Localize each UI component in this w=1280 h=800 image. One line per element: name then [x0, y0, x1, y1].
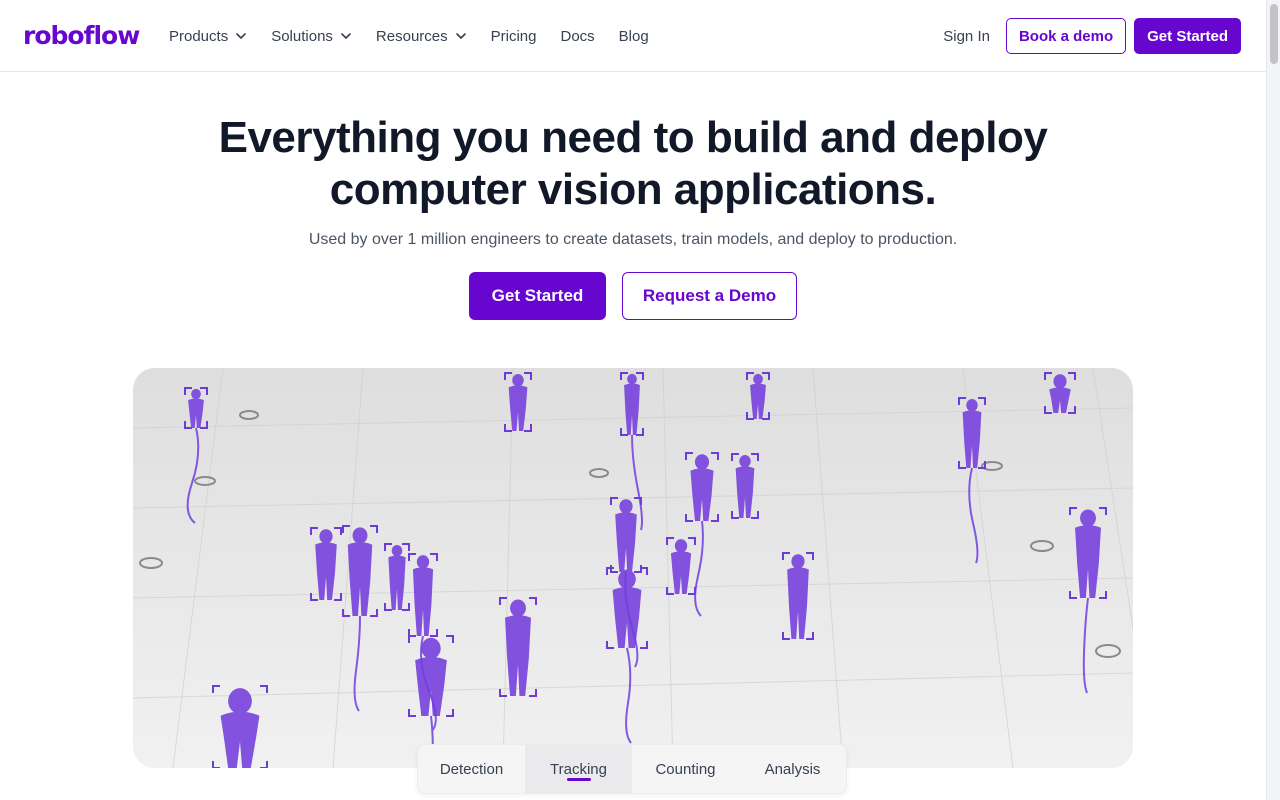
nav-item-label: Resources: [375, 27, 448, 45]
tab-label: Analysis: [764, 760, 821, 778]
tab-label: Detection: [439, 760, 504, 778]
nav-item-blog[interactable]: Blog: [619, 28, 649, 45]
nav-item-solutions[interactable]: Solutions: [271, 28, 352, 45]
tab-tracking[interactable]: Tracking: [525, 745, 632, 793]
hero-subtitle: Used by over 1 million engineers to crea…: [308, 231, 958, 248]
sign-in-link[interactable]: Sign In: [943, 28, 990, 45]
top-navbar: roboflow Products Solutions Resources Pr…: [0, 0, 1266, 72]
active-tab-indicator: [566, 778, 591, 781]
nav-item-products[interactable]: Products: [169, 28, 247, 45]
tracking-demo-video[interactable]: [133, 368, 1133, 768]
chevron-down-icon: [455, 33, 466, 39]
hero-cta-row: Get Started Request a Demo: [0, 272, 1266, 320]
nav-item-label: Products: [169, 27, 229, 45]
hero-title-line-2: computer vision applications.: [329, 165, 937, 214]
roboflow-logo[interactable]: roboflow: [23, 19, 140, 53]
tab-label: Tracking: [550, 760, 607, 778]
chevron-down-icon: [341, 33, 351, 39]
nav-actions: Sign In Book a demo Get Started: [943, 18, 1241, 54]
request-demo-button[interactable]: Request a Demo: [622, 272, 797, 320]
nav-item-resources[interactable]: Resources: [376, 28, 467, 45]
hero-title: Everything you need to build and deploy …: [0, 112, 1266, 216]
book-demo-button[interactable]: Book a demo: [1005, 18, 1127, 54]
crowd-tracking-scene: [133, 368, 1133, 768]
nav-item-label: Solutions: [271, 27, 333, 45]
tab-label: Counting: [655, 760, 716, 778]
get-started-nav-button[interactable]: Get Started: [1134, 18, 1241, 54]
tab-analysis[interactable]: Analysis: [739, 745, 846, 793]
main-nav: Products Solutions Resources Pricing Doc…: [169, 24, 673, 48]
hero-title-line-1: Everything you need to build and deploy: [218, 113, 1048, 162]
nav-item-pricing[interactable]: Pricing: [491, 28, 537, 45]
scrollbar-thumb[interactable]: [1270, 4, 1278, 64]
tab-detection[interactable]: Detection: [418, 745, 525, 793]
page-scrollbar[interactable]: [1266, 0, 1280, 800]
demo-mode-tabs: Detection Tracking Counting Analysis: [417, 744, 847, 794]
get-started-button[interactable]: Get Started: [469, 272, 606, 320]
nav-item-docs[interactable]: Docs: [560, 28, 594, 45]
chevron-down-icon: [236, 33, 247, 39]
tab-counting[interactable]: Counting: [632, 745, 739, 793]
